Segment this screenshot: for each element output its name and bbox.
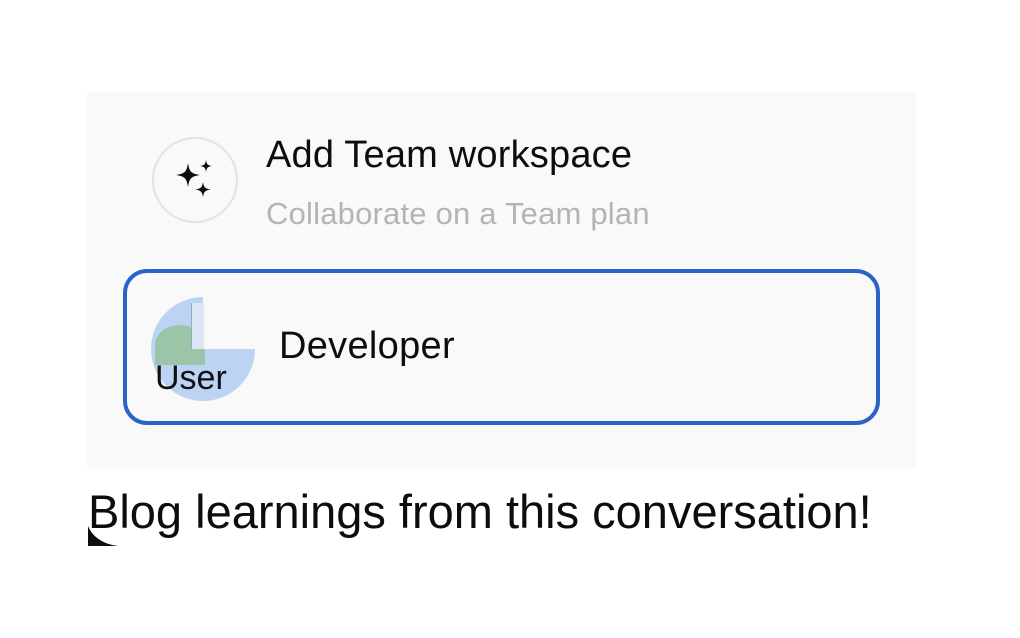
page: Add Team workspace Collaborate on a Team… bbox=[0, 0, 1020, 638]
corner-mark-icon bbox=[88, 526, 118, 546]
add-team-workspace-item[interactable]: Add Team workspace Collaborate on a Team… bbox=[87, 92, 916, 262]
developer-label: Developer bbox=[279, 325, 455, 367]
user-avatar: User bbox=[151, 297, 255, 401]
workspace-menu: Add Team workspace Collaborate on a Team… bbox=[87, 92, 916, 469]
add-workspace-title: Add Team workspace bbox=[266, 134, 633, 176]
avatar-alt-text: User bbox=[155, 359, 227, 397]
add-workspace-subtitle: Collaborate on a Team plan bbox=[266, 196, 650, 231]
sparkles-icon bbox=[152, 137, 238, 223]
caption-text: Blog learnings from this conversation! bbox=[88, 485, 872, 538]
file-icon bbox=[191, 303, 204, 349]
developer-workspace-item[interactable]: User Developer bbox=[123, 269, 880, 425]
